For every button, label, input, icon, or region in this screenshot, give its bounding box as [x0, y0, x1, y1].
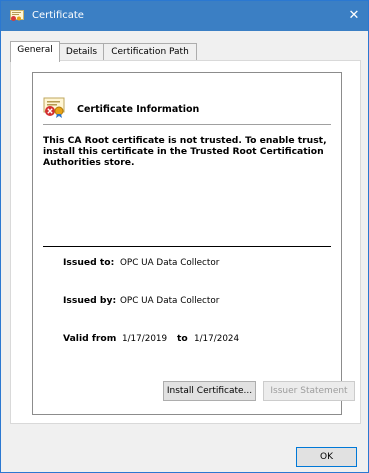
close-icon[interactable]: ✕ [340, 1, 368, 31]
valid-from-value: 1/17/2019 [122, 334, 168, 344]
install-certificate-button[interactable]: Install Certificate... [163, 381, 256, 401]
details-divider [43, 246, 331, 247]
certificate-info-heading: Certificate Information [77, 104, 200, 115]
certificate-info-box: Certificate Information This CA Root cer… [32, 72, 342, 415]
heading-divider [43, 124, 331, 125]
issued-to-value: OPC UA Data Collector [120, 258, 220, 268]
tab-details[interactable]: Details [59, 43, 104, 61]
title-bar[interactable]: Certificate ✕ [1, 1, 368, 31]
issuer-statement-button[interactable]: Issuer Statement [263, 381, 355, 401]
valid-to-label: to [177, 333, 188, 344]
valid-from-label: Valid from [63, 333, 117, 344]
issued-by-value: OPC UA Data Collector [120, 296, 220, 306]
certificate-untrusted-icon [43, 96, 65, 118]
certificate-icon [10, 10, 24, 22]
tab-certification-path[interactable]: Certification Path [103, 43, 197, 61]
valid-to-value: 1/17/2024 [194, 334, 240, 344]
ok-button[interactable]: OK [296, 447, 357, 467]
issued-by-label: Issued by: [63, 295, 117, 306]
window-title: Certificate [32, 10, 84, 21]
general-panel: Certificate Information This CA Root cer… [10, 60, 361, 424]
trust-warning-text: This CA Root certificate is not trusted.… [43, 135, 327, 168]
issued-to-label: Issued to: [63, 257, 115, 268]
tab-general[interactable]: General [10, 41, 60, 62]
certificate-dialog: Certificate ✕ General Details Certificat… [0, 0, 369, 473]
